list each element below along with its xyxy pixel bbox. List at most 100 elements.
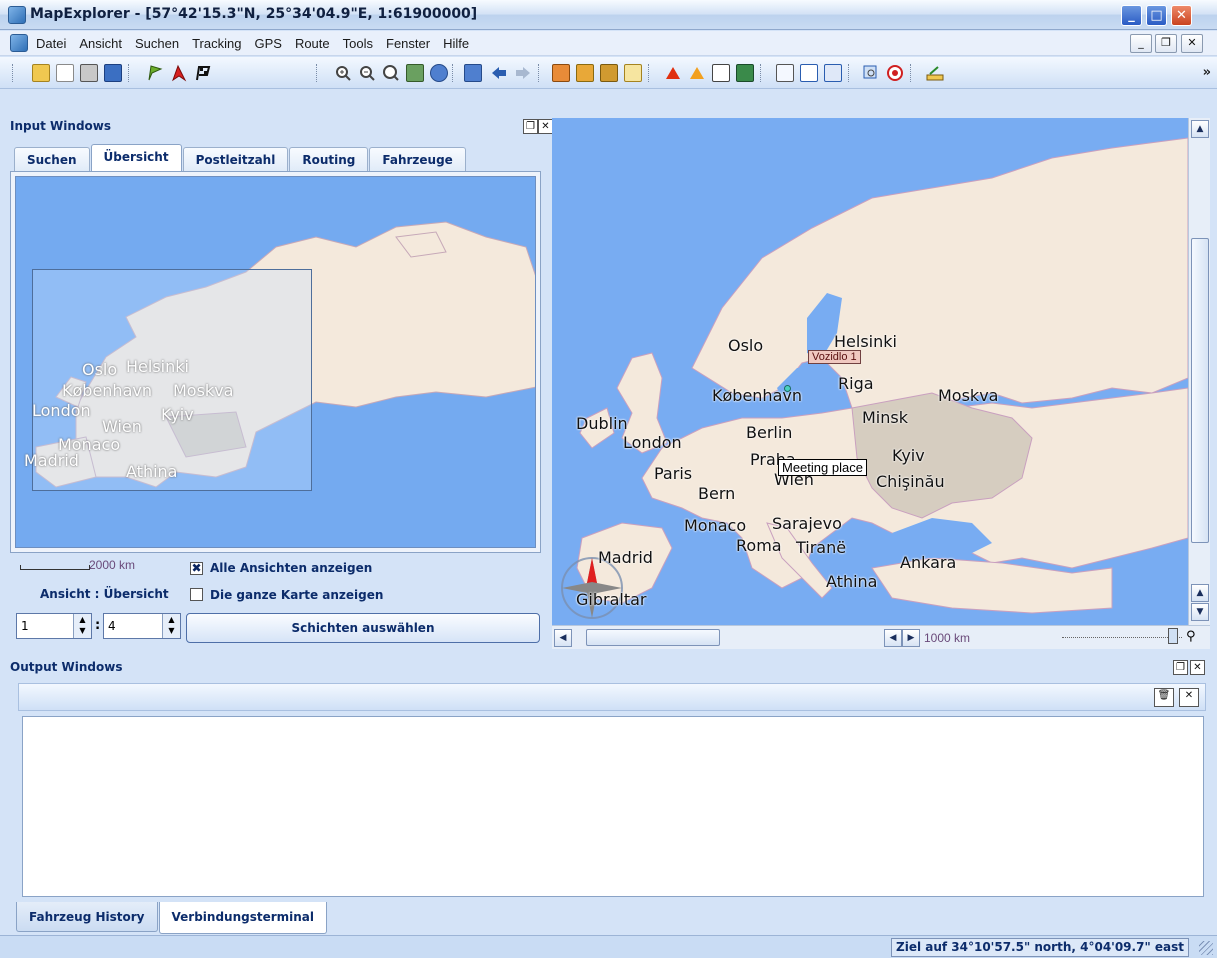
pin-add-icon[interactable]	[552, 64, 570, 82]
menu-ansicht[interactable]: Ansicht	[79, 36, 122, 51]
back-icon[interactable]	[490, 64, 508, 82]
record-icon[interactable]	[886, 64, 904, 82]
checkered-flag-icon[interactable]	[194, 64, 212, 82]
overview-map[interactable]: Oslo Helsinki København Moskva London Ky…	[15, 176, 536, 548]
mdi-restore-button[interactable]: ❐	[1155, 34, 1177, 53]
tab-verbindungsterminal[interactable]: Verbindungsterminal	[158, 902, 328, 934]
map-scale-label: 1000 km	[924, 631, 971, 645]
pan-left-button[interactable]: ◀	[884, 629, 902, 647]
zoom-in-icon[interactable]	[334, 64, 352, 82]
tab-postleitzahl[interactable]: Postleitzahl	[182, 147, 289, 171]
map-city-label: Riga	[838, 374, 874, 393]
toolbar-overflow-button[interactable]: »	[1203, 65, 1211, 80]
clear-output-icon[interactable]: 🗑	[1154, 688, 1174, 707]
tab-suchen[interactable]: Suchen	[14, 147, 90, 171]
select-layers-button[interactable]: Schichten auswählen	[186, 613, 540, 643]
window-icon[interactable]	[824, 64, 842, 82]
toolbar-separator	[316, 64, 318, 82]
document-icon[interactable]	[10, 34, 28, 52]
target-icon[interactable]	[712, 64, 730, 82]
resize-grip[interactable]	[1199, 941, 1213, 955]
fullscreen-icon[interactable]	[776, 64, 794, 82]
tab-routing[interactable]: Routing	[289, 147, 369, 171]
menu-tracking[interactable]: Tracking	[192, 36, 241, 51]
output-float-button[interactable]: ❐	[1173, 660, 1188, 675]
scroll-up-button[interactable]: ▲	[1191, 120, 1209, 138]
menu-fenster[interactable]: Fenster	[386, 36, 430, 51]
tab-fahrzeug-history[interactable]: Fahrzeug History	[16, 902, 158, 932]
close-output-icon[interactable]: ✕	[1179, 688, 1199, 707]
open-folder-icon[interactable]	[32, 64, 50, 82]
save-icon[interactable]	[104, 64, 122, 82]
map-city-label: Oslo	[728, 336, 764, 355]
map-city-label: Kyiv	[892, 446, 925, 465]
status-bar: Ziel auf 34°10'57.5" north, 4°04'09.7" e…	[0, 935, 1217, 958]
map-city-label: Ankara	[900, 553, 957, 572]
map-vertical-scrollbar[interactable]: ▲ ▲ ▼	[1188, 118, 1210, 625]
scroll-left-button[interactable]: ◀	[554, 629, 572, 647]
output-windows-title: Output Windows	[10, 660, 123, 674]
layer-to-stepper[interactable]: 4 ▲ ▼	[103, 613, 181, 639]
red-triangle-icon[interactable]	[664, 64, 682, 82]
map-icon[interactable]	[406, 64, 424, 82]
vehicle-marker-label[interactable]: Vozidlo 1	[808, 350, 861, 364]
warning-triangle-icon[interactable]	[688, 64, 706, 82]
layers-icon[interactable]	[600, 64, 618, 82]
red-flag-icon[interactable]	[170, 64, 188, 82]
tab-uebersicht[interactable]: Übersicht	[90, 144, 182, 171]
menu-datei[interactable]: Datei	[36, 36, 66, 51]
map-horizontal-scrollbar[interactable]: ◀ ◀ ▶ 1000 km ⚲	[552, 625, 1210, 649]
zoom-slider-thumb[interactable]	[1168, 628, 1178, 644]
panel-close-button[interactable]: ✕	[538, 119, 553, 134]
panel-float-button[interactable]: ❐	[523, 119, 538, 134]
camera-icon[interactable]	[464, 64, 482, 82]
forward-icon[interactable]	[514, 64, 532, 82]
maximize-button[interactable]: □	[1146, 5, 1167, 26]
zoom-down-button[interactable]: ▼	[1191, 603, 1209, 621]
mdi-close-button[interactable]: ✕	[1181, 34, 1203, 53]
toolbar-separator	[538, 64, 540, 82]
vertical-scroll-thumb[interactable]	[1191, 238, 1209, 543]
zoom-slider-track[interactable]	[1062, 635, 1182, 638]
map-city-label: Bern	[698, 484, 736, 503]
zoom-up-button[interactable]: ▲	[1191, 584, 1209, 602]
layer-to-arrows[interactable]: ▲ ▼	[162, 614, 180, 638]
menu-suchen[interactable]: Suchen	[135, 36, 179, 51]
search-map-icon[interactable]	[862, 64, 880, 82]
print-icon[interactable]	[80, 64, 98, 82]
map-city-label: Paris	[654, 464, 693, 483]
menu-route[interactable]: Route	[295, 36, 330, 51]
ruler-icon[interactable]	[926, 64, 944, 82]
green-flag-icon[interactable]	[146, 64, 164, 82]
overview-city-label: Madrid	[24, 451, 79, 470]
globe-icon[interactable]	[430, 64, 448, 82]
horizontal-scroll-thumb[interactable]	[586, 629, 720, 646]
export-icon[interactable]	[624, 64, 642, 82]
meeting-place-marker[interactable]: Meeting place	[778, 459, 867, 476]
terminal-output-area[interactable]	[22, 716, 1204, 897]
zoom-100-icon[interactable]	[382, 64, 400, 82]
split-view-icon[interactable]	[800, 64, 818, 82]
menu-hilfe[interactable]: Hilfe	[443, 36, 469, 51]
book-icon[interactable]	[736, 64, 754, 82]
close-button[interactable]: ✕	[1171, 5, 1192, 26]
menu-gps[interactable]: GPS	[254, 36, 281, 51]
map-city-label: Sarajevo	[772, 514, 842, 533]
all-views-checkbox[interactable]: ✖	[190, 562, 203, 575]
pin-remove-icon[interactable]	[576, 64, 594, 82]
layer-from-arrows[interactable]: ▲ ▼	[73, 614, 91, 638]
menu-tools[interactable]: Tools	[343, 36, 373, 51]
tab-fahrzeuge[interactable]: Fahrzeuge	[369, 147, 466, 171]
output-close-button[interactable]: ✕	[1190, 660, 1205, 675]
mdi-minimize-button[interactable]: _	[1130, 34, 1152, 53]
toolbar-separator	[848, 64, 850, 82]
pan-right-button[interactable]: ▶	[902, 629, 920, 647]
layer-from-stepper[interactable]: 1 ▲ ▼	[16, 613, 92, 639]
whole-map-checkbox[interactable]	[190, 588, 203, 601]
zoom-out-icon[interactable]	[358, 64, 376, 82]
vehicle-marker-icon[interactable]	[784, 385, 791, 392]
main-map[interactable]: Oslo Helsinki Riga København Moskva Dubl…	[552, 118, 1188, 625]
magnifier-icon[interactable]: ⚲	[1186, 629, 1196, 644]
copy-icon[interactable]	[56, 64, 74, 82]
minimize-button[interactable]: _	[1121, 5, 1142, 26]
